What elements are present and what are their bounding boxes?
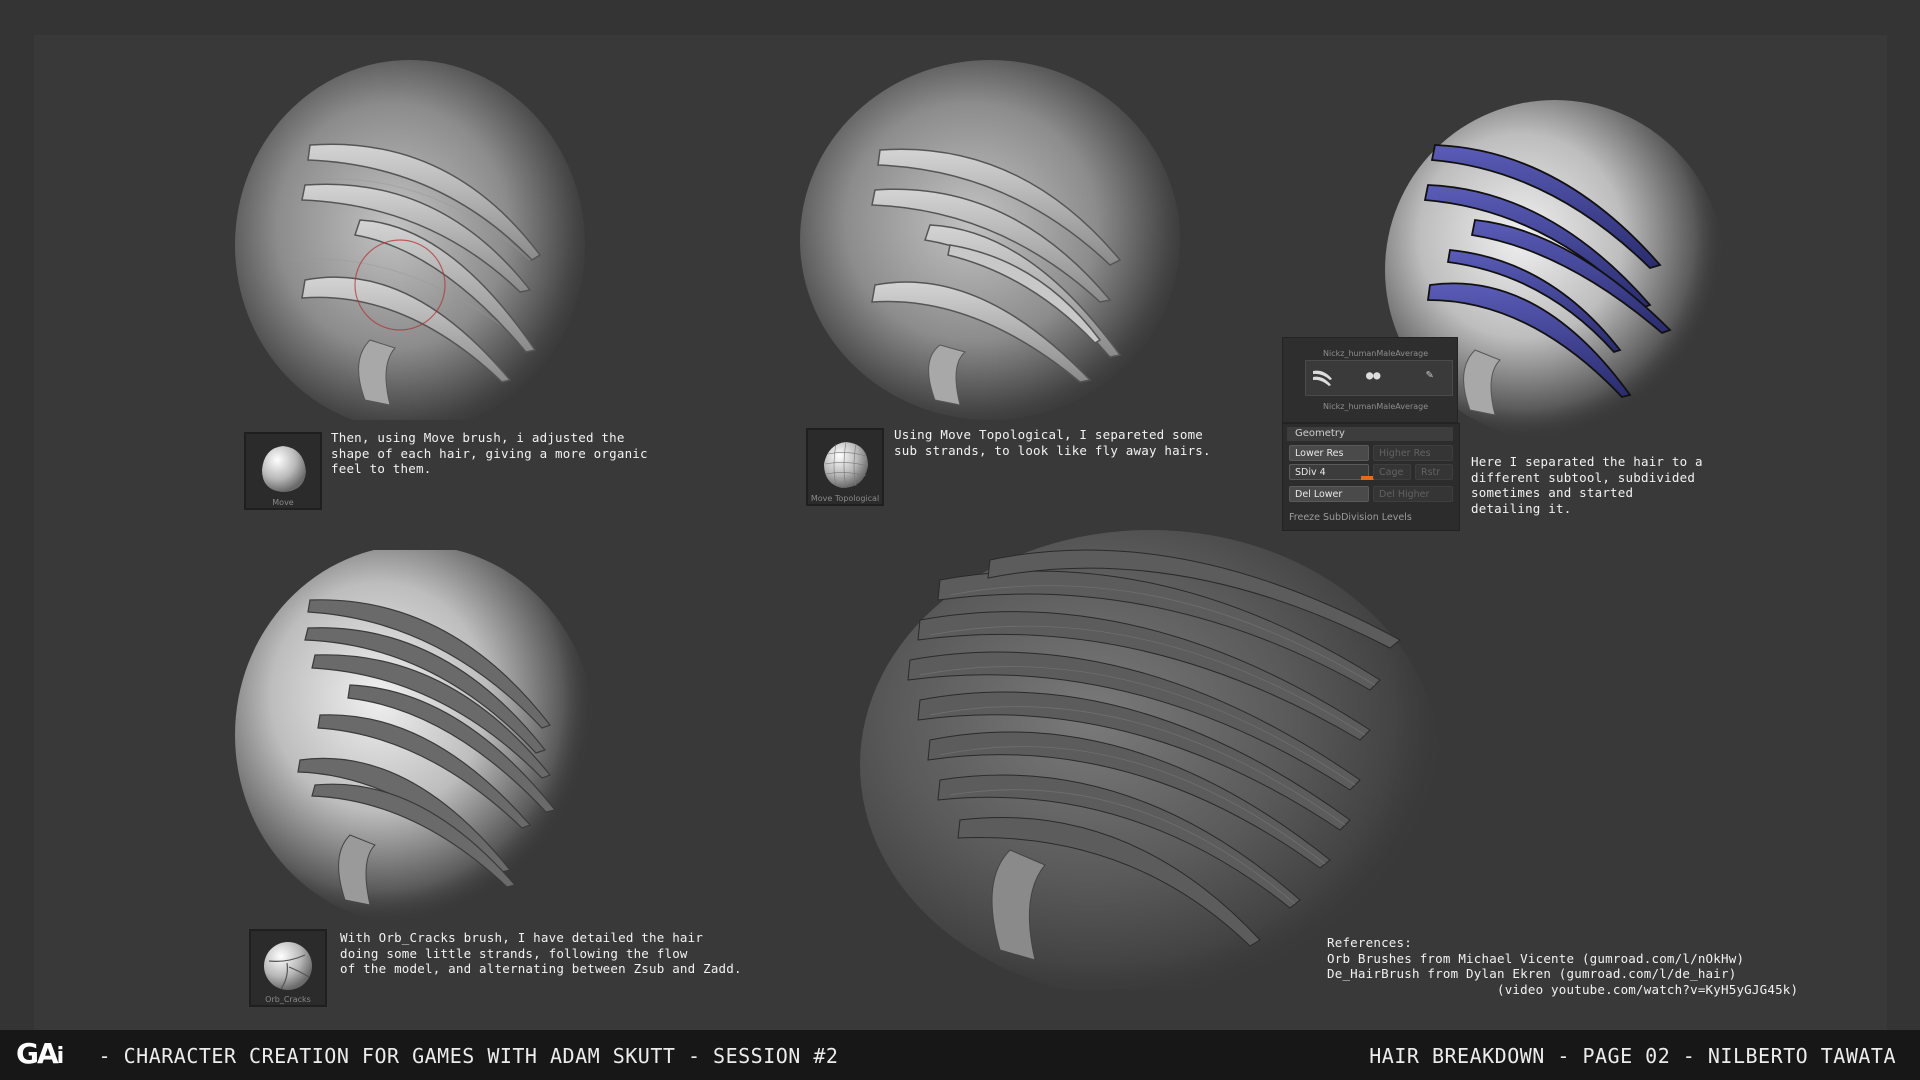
subtool-panel[interactable]: Nickz_humanMaleAverage ●● ✎ Nickz_humanM… (1282, 337, 1458, 423)
brush-label: Move Topological (810, 494, 880, 503)
orb-cracks-icon (264, 942, 312, 990)
logo-main: GA (16, 1037, 59, 1070)
move-topological-icon (824, 441, 869, 489)
geometry-panel: Geometry Lower Res Higher Res SDiv 4 Cag… (1282, 423, 1460, 531)
course-title: - CHARACTER CREATION FOR GAMES WITH ADAM… (86, 1044, 839, 1068)
logo-i: i (56, 1044, 65, 1069)
hair-subtool-icon (1313, 370, 1332, 386)
page-title: HAIR BREAKDOWN - PAGE 02 - NILBERTO TAWA… (1369, 1044, 1896, 1068)
render-final-hair (860, 520, 1440, 990)
caption-move-topological: Using Move Topological, I separeted some… (894, 427, 1211, 458)
orb-cracks-thumbnail: Orb_Cracks (249, 929, 327, 1007)
render-orb-cracks (230, 550, 610, 930)
sdiv-slider[interactable]: SDiv 4 (1289, 464, 1369, 480)
footer-bar: GAi - CHARACTER CREATION FOR GAMES WITH … (0, 1030, 1920, 1080)
del-lower-button[interactable]: Del Lower (1289, 486, 1369, 502)
move-brush-icon (262, 446, 306, 492)
cage-button[interactable]: Cage (1373, 464, 1411, 480)
caption-references: References: Orb Brushes from Michael Vic… (1327, 935, 1799, 997)
caption-orb-cracks: With Orb_Cracks brush, I have detailed t… (340, 930, 742, 976)
geometry-title[interactable]: Geometry (1287, 427, 1453, 441)
render-move-brush (230, 60, 610, 420)
move-topological-thumbnail: Move Topological (806, 428, 884, 506)
gai-logo: GAi (16, 1037, 64, 1071)
lower-res-button[interactable]: Lower Res (1289, 445, 1369, 461)
brush-label: Move (272, 498, 294, 507)
del-higher-button[interactable]: Del Higher (1373, 486, 1453, 502)
brush-tool-icon[interactable]: ✎ (1426, 367, 1433, 381)
subtool-name-bottom: Nickz_humanMaleAverage (1323, 402, 1429, 411)
render-move-topological (790, 60, 1190, 420)
higher-res-button[interactable]: Higher Res (1373, 445, 1453, 461)
move-brush-thumbnail: Move (244, 432, 322, 510)
caption-move-brush: Then, using Move brush, i adjusted the s… (331, 430, 648, 476)
caption-subtool: Here I separated the hair to a different… (1471, 454, 1703, 516)
rstr-button[interactable]: Rstr (1415, 464, 1453, 480)
subtool-row[interactable]: ●● ✎ (1305, 360, 1453, 396)
brush-label: Orb_Cracks (265, 995, 311, 1004)
subtool-name-top: Nickz_humanMaleAverage (1323, 349, 1429, 358)
visibility-icon[interactable]: ●● (1366, 368, 1380, 382)
